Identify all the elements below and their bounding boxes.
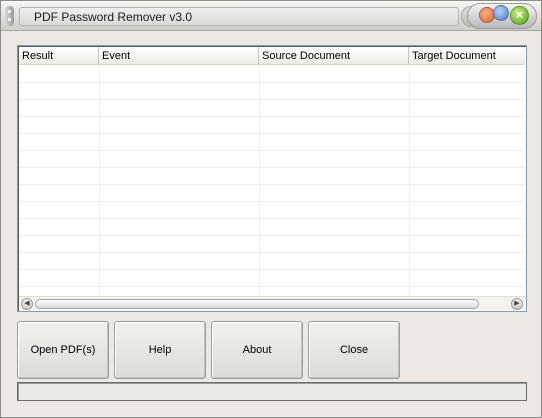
grid-row-line bbox=[19, 252, 525, 253]
grid-row-line bbox=[19, 116, 525, 117]
grid-row-line bbox=[19, 235, 525, 236]
scroll-right-icon[interactable]: ▶ bbox=[511, 298, 523, 310]
scroll-left-icon[interactable]: ◀ bbox=[21, 298, 33, 310]
about-button[interactable]: About bbox=[211, 321, 303, 379]
grid-row-line bbox=[19, 218, 525, 219]
grid-row-line bbox=[19, 82, 525, 83]
grid-row-line bbox=[19, 167, 525, 168]
maximize-icon[interactable] bbox=[493, 5, 509, 21]
results-list[interactable]: Result Event Source Document Target Docu… bbox=[17, 45, 527, 312]
help-button[interactable]: Help bbox=[114, 321, 206, 379]
scroll-thumb[interactable] bbox=[35, 299, 479, 309]
close-button[interactable]: Close bbox=[308, 321, 400, 379]
grip-icon[interactable] bbox=[5, 6, 14, 26]
title-bar[interactable]: PDF Password Remover v3.0 × bbox=[1, 1, 541, 31]
horizontal-scrollbar[interactable]: ◀ ▶ bbox=[19, 296, 525, 310]
grid-row-line bbox=[19, 99, 525, 100]
grid-row-line bbox=[19, 286, 525, 287]
window-title: PDF Password Remover v3.0 bbox=[19, 7, 459, 26]
grid-row-line bbox=[19, 133, 525, 134]
grid-row-line bbox=[19, 269, 525, 270]
list-header: Result Event Source Document Target Docu… bbox=[19, 47, 525, 65]
column-header-source-document[interactable]: Source Document bbox=[259, 47, 409, 65]
column-header-event[interactable]: Event bbox=[99, 47, 259, 65]
open-pdfs-button[interactable]: Open PDF(s) bbox=[17, 321, 109, 379]
app-window: PDF Password Remover v3.0 × Result Event… bbox=[0, 0, 542, 418]
grid-row-line bbox=[19, 184, 525, 185]
close-icon[interactable]: × bbox=[510, 6, 529, 25]
list-body[interactable] bbox=[19, 66, 525, 296]
grid-row-line bbox=[19, 150, 525, 151]
status-bar bbox=[17, 382, 527, 401]
grid-column-line bbox=[259, 66, 260, 296]
column-header-result[interactable]: Result bbox=[19, 47, 99, 65]
grid-row-line bbox=[19, 201, 525, 202]
grid-column-line bbox=[409, 66, 410, 296]
grid-column-line bbox=[99, 66, 100, 296]
column-header-target-document[interactable]: Target Document bbox=[409, 47, 525, 65]
